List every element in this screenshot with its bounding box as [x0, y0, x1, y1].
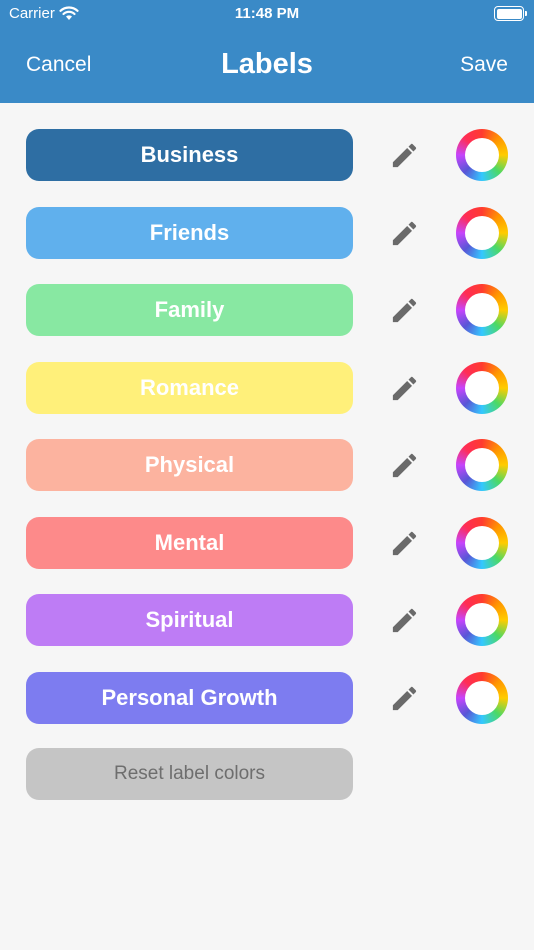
color-wheel-icon[interactable] — [456, 671, 508, 724]
page-title: Labels — [221, 48, 313, 80]
label-row-friends: Friends — [0, 206, 534, 285]
color-wheel-icon[interactable] — [456, 439, 508, 491]
label-row-mental: Mental — [0, 516, 534, 595]
label-row-personal-growth: Personal Growth — [0, 671, 534, 750]
label-row-business: Business — [0, 129, 534, 207]
pencil-icon[interactable] — [389, 295, 420, 326]
color-wheel-icon[interactable] — [456, 129, 508, 181]
label-row-physical: Physical — [0, 439, 534, 517]
save-button[interactable]: Save — [460, 53, 508, 77]
pencil-icon[interactable] — [389, 450, 420, 481]
color-wheel-icon[interactable] — [456, 361, 508, 414]
label-row-romance: Romance — [0, 361, 534, 440]
status-time: 11:48 PM — [234, 5, 300, 22]
color-wheel-icon[interactable] — [456, 516, 508, 569]
color-wheel-icon[interactable] — [456, 206, 508, 259]
color-wheel-icon[interactable] — [456, 284, 508, 336]
label-pill-family[interactable]: Family — [26, 284, 353, 336]
reset-label-colors-button[interactable]: Reset label colors — [26, 748, 353, 800]
label-pill-physical[interactable]: Physical — [26, 439, 353, 491]
label-pill-romance[interactable]: Romance — [26, 361, 353, 414]
label-pill-spiritual[interactable]: Spiritual — [26, 594, 353, 646]
color-wheel-icon[interactable] — [456, 594, 508, 646]
pencil-icon[interactable] — [389, 218, 420, 249]
pencil-icon[interactable] — [389, 140, 420, 171]
label-pill-personal-growth[interactable]: Personal Growth — [26, 671, 353, 724]
status-bar: Carrier 11:48 PM — [0, 0, 534, 28]
battery-icon — [494, 6, 527, 21]
label-row-family: Family — [0, 284, 534, 362]
label-pill-mental[interactable]: Mental — [26, 516, 353, 569]
label-list: Business Friends Family Romance Physical… — [0, 129, 534, 749]
label-pill-business[interactable]: Business — [26, 129, 353, 181]
label-pill-friends[interactable]: Friends — [26, 206, 353, 259]
pencil-icon[interactable] — [389, 683, 420, 714]
pencil-icon[interactable] — [389, 373, 420, 404]
pencil-icon[interactable] — [389, 528, 420, 559]
nav-header: Carrier 11:48 PM Cancel Labels Save — [0, 0, 534, 103]
label-row-spiritual: Spiritual — [0, 594, 534, 672]
pencil-icon[interactable] — [389, 605, 420, 636]
